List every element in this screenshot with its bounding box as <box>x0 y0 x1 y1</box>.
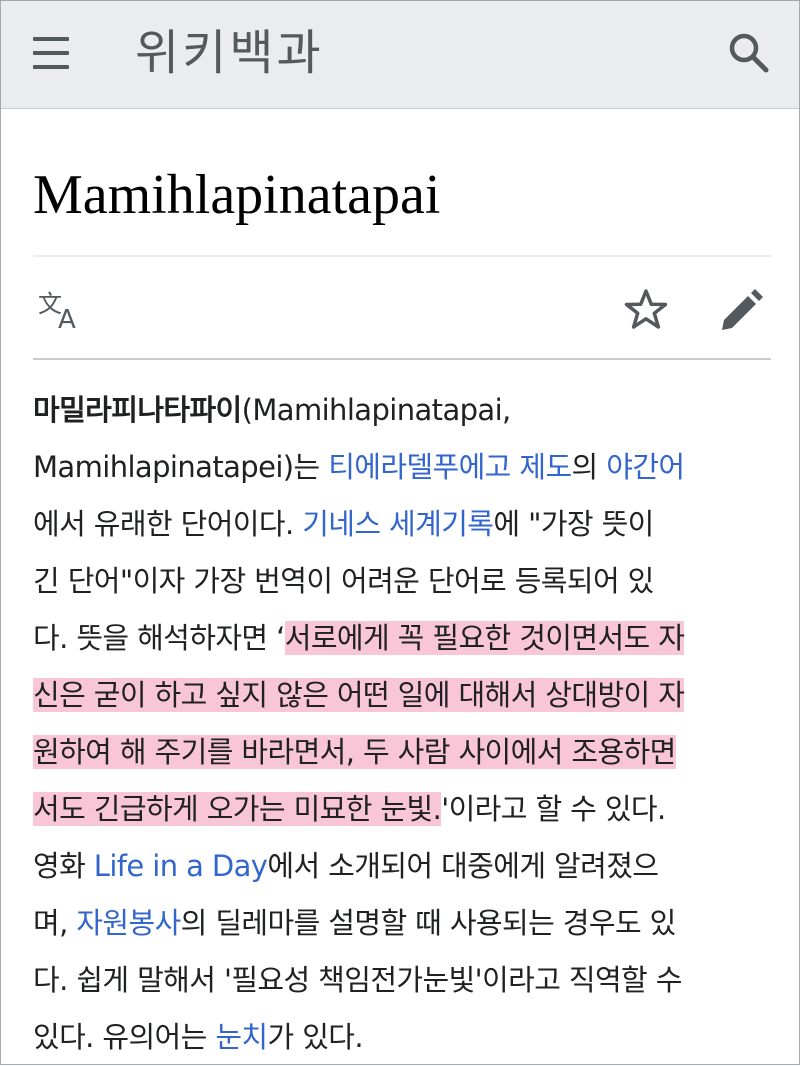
link-guinness-world-records[interactable]: 기네스 세계기록 <box>302 507 494 541</box>
paragraph-line: 긴 단어"이자 가장 번역이 어려운 단어로 등록되어 있 <box>33 564 654 598</box>
link-tierra-del-fuego[interactable]: 티에라델푸에고 제도 <box>328 450 572 484</box>
svg-text:A: A <box>58 305 76 335</box>
highlighted-text: 서도 긴급하게 오가는 미묘한 눈빛. <box>33 792 442 826</box>
toolbar-divider <box>33 358 771 360</box>
paragraph-line: 다. 뜻을 해석하자면 ‘서로에게 꼭 필요한 것이면서도 자 <box>33 621 685 655</box>
paragraph-line: 있다. 유의어는 눈치가 있다. <box>33 1020 364 1054</box>
paragraph-line: 며, 자원봉사의 딜레마를 설명할 때 사용되는 경우도 있 <box>33 906 676 940</box>
link-yaghan-language[interactable]: 야간어 <box>606 450 685 484</box>
paragraph-line: 마밀라피나타파이(Mamihlapinatapai, <box>33 393 511 427</box>
paragraph-line: 에서 유래한 단어이다. 기네스 세계기록에 "가장 뜻이 <box>33 507 654 541</box>
search-icon[interactable] <box>723 27 775 79</box>
highlighted-text: 신은 굳이 하고 싶지 않은 어떤 일에 대해서 상대방이 자 <box>33 678 685 712</box>
star-outline-icon[interactable] <box>620 284 672 336</box>
wikipedia-wordmark[interactable]: 위키백과 <box>135 13 324 93</box>
paragraph-line: 다. 쉽게 말해서 '필요성 책임전가눈빛'이라고 직역할 수 <box>33 963 682 997</box>
link-nunchi[interactable]: 눈치 <box>215 1020 268 1054</box>
article-body: 마밀라피나타파이(Mamihlapinatapai, Mamihlapinata… <box>33 382 773 1066</box>
title-divider <box>33 255 771 257</box>
page-title: Mamihlapinatapai <box>33 164 441 226</box>
paragraph-line: 서도 긴급하게 오가는 미묘한 눈빛.'이라고 할 수 있다. <box>33 792 666 826</box>
pencil-edit-icon[interactable] <box>714 284 768 338</box>
highlighted-text: 서로에게 꼭 필요한 것이면서도 자 <box>284 621 685 655</box>
hamburger-menu-icon[interactable] <box>23 29 79 77</box>
article-subject-bold: 마밀라피나타파이 <box>33 393 242 427</box>
link-volunteering[interactable]: 자원봉사 <box>76 906 181 940</box>
language-translate-icon[interactable]: 文 A <box>36 286 92 336</box>
paragraph-line: 영화 Life in a Day에서 소개되어 대중에게 알려졌으 <box>33 849 659 883</box>
paragraph-line: 원하여 해 주기를 바라면서, 두 사람 사이에서 조용하면 <box>33 724 773 781</box>
highlighted-text: 원하여 해 주기를 바라면서, 두 사람 사이에서 조용하면 <box>33 735 676 769</box>
paragraph-line: 신은 굳이 하고 싶지 않은 어떤 일에 대해서 상대방이 자 <box>33 667 773 724</box>
paragraph-line: Mamihlapinatapei)는 티에라델푸에고 제도의 야간어 <box>33 450 685 484</box>
top-header-bar: 위키백과 <box>1 1 799 109</box>
link-life-in-a-day[interactable]: Life in a Day <box>94 849 268 883</box>
